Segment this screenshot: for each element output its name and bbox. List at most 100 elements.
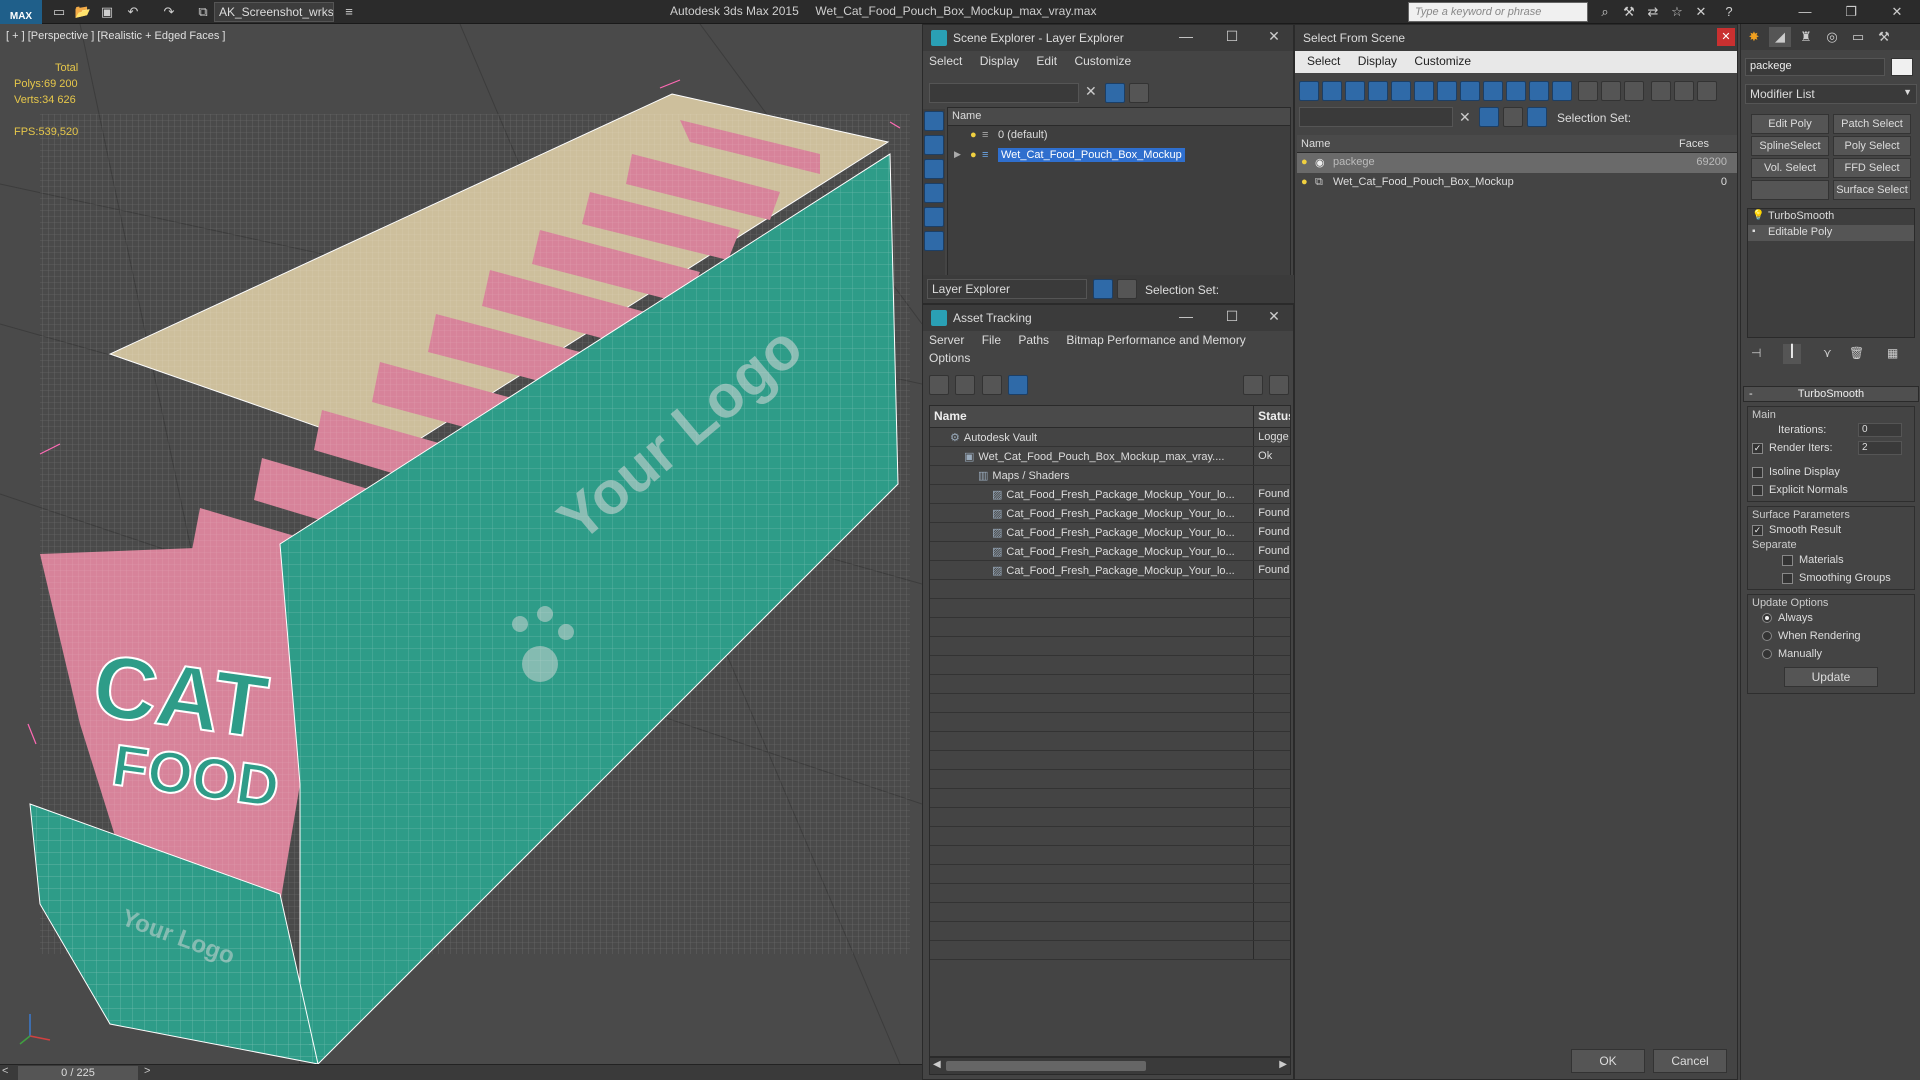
rollout-title[interactable]: - TurboSmooth — [1743, 386, 1919, 402]
select-invert-icon[interactable] — [1624, 81, 1645, 101]
display-helpers-icon[interactable] — [924, 207, 944, 227]
scrollbar-thumb[interactable] — [946, 1061, 1146, 1071]
list-view-icon[interactable] — [955, 375, 976, 395]
stack-item-turbosmooth[interactable]: 💡 TurboSmooth — [1748, 209, 1914, 225]
display-helpers-icon[interactable] — [1391, 81, 1411, 101]
thumbnail-view-icon[interactable] — [981, 375, 1002, 395]
x-tools-icon[interactable]: ✕ — [1692, 3, 1710, 21]
minimize-icon[interactable]: — — [1782, 0, 1828, 24]
expand-arrow-icon[interactable]: ▶ — [954, 149, 961, 160]
maximize-icon[interactable]: ☐ — [1221, 28, 1243, 45]
display-tab-icon[interactable]: ▭ — [1847, 27, 1869, 47]
menu-display[interactable]: Display — [980, 54, 1019, 68]
display-xrefs-icon[interactable] — [1460, 81, 1480, 101]
menu-server[interactable]: Server — [929, 333, 964, 347]
layer-explorer-icon[interactable] — [1093, 279, 1113, 299]
explicit-normals-checkbox[interactable] — [1752, 484, 1763, 496]
filter-icon[interactable] — [1650, 81, 1671, 101]
layer-list-header[interactable]: Name — [948, 108, 1290, 126]
asset-row[interactable]: ▨ Cat_Food_Fresh_Package_Mockup_Your_lo..… — [930, 561, 1290, 580]
prev-frame-icon[interactable]: < — [2, 1065, 8, 1077]
asset-row[interactable]: ▨ Cat_Food_Fresh_Package_Mockup_Your_lo..… — [930, 485, 1290, 504]
asset-row[interactable]: ▨ Cat_Food_Fresh_Package_Mockup_Your_lo..… — [930, 523, 1290, 542]
column-name-header[interactable]: Name — [930, 406, 1255, 427]
display-spacewarps-icon[interactable] — [924, 231, 944, 251]
pin-stack-icon[interactable]: ⊣ — [1751, 346, 1761, 360]
empty-modifier-button[interactable] — [1751, 180, 1829, 200]
column-name-header[interactable]: Name — [1297, 135, 1673, 152]
vol-select-button[interactable]: Vol. Select — [1751, 158, 1829, 178]
cancel-button[interactable]: Cancel — [1653, 1049, 1727, 1073]
undo-icon[interactable]: ↶ — [124, 3, 142, 21]
display-shapes-icon[interactable] — [1322, 81, 1342, 101]
object-color-swatch[interactable] — [1891, 58, 1913, 76]
asset-row[interactable]: ▣ Wet_Cat_Food_Pouch_Box_Mockup_max_vray.… — [930, 447, 1290, 466]
materials-checkbox[interactable] — [1782, 554, 1793, 566]
open-folder-icon[interactable]: 📂 — [74, 3, 92, 21]
display-cameras-icon[interactable] — [924, 183, 944, 203]
star-icon[interactable]: ☆ — [1668, 3, 1686, 21]
menu-edit[interactable]: Edit — [1036, 54, 1057, 68]
ffd-select-button[interactable]: FFD Select — [1833, 158, 1911, 178]
asset-tracking-titlebar[interactable]: Asset Tracking — ☐ ✕ — [923, 305, 1293, 331]
display-geometry-icon[interactable] — [924, 111, 944, 131]
select-from-scene-titlebar[interactable]: Select From Scene ✕ — [1295, 25, 1737, 51]
display-lights-icon[interactable] — [924, 159, 944, 179]
tools-icon[interactable]: ⚒ — [1620, 3, 1638, 21]
modifier-list-dropdown[interactable]: Modifier List ▼ — [1745, 84, 1917, 104]
select-search-input[interactable] — [1299, 107, 1453, 127]
new-file-icon[interactable]: ▭ — [50, 3, 68, 21]
select-all-icon[interactable] — [1578, 81, 1599, 101]
menu-display[interactable]: Display — [1358, 54, 1397, 68]
menu-file[interactable]: File — [982, 333, 1001, 347]
display-shapes-icon[interactable] — [924, 135, 944, 155]
filter-icon[interactable] — [1479, 107, 1499, 127]
menu-customize[interactable]: Customize — [1074, 54, 1131, 68]
render-iters-spinner[interactable]: 2 — [1858, 441, 1902, 455]
scene-explorer-search-input[interactable] — [929, 83, 1079, 103]
object-name-input[interactable]: packege — [1745, 58, 1885, 76]
refresh-icon[interactable] — [929, 375, 949, 395]
restore-icon[interactable]: ❐ — [1828, 0, 1874, 24]
light-bulb-icon[interactable]: 💡 — [1752, 210, 1764, 221]
table-view-icon[interactable] — [1008, 375, 1029, 395]
render-iters-checkbox[interactable]: ✓ — [1752, 442, 1763, 454]
search-input[interactable]: Type a keyword or phrase — [1408, 2, 1588, 22]
edit-poly-button[interactable]: Edit Poly — [1751, 114, 1829, 134]
binoculars-icon[interactable]: ⌕ — [1596, 3, 1614, 21]
time-slider-bar[interactable]: < 0 / 225 > — [0, 1064, 922, 1080]
workspace-menu-icon[interactable]: ≡ — [340, 3, 358, 21]
light-bulb-icon[interactable]: ● — [970, 149, 977, 161]
remove-modifier-icon[interactable]: 🗑 — [1849, 346, 1864, 360]
light-bulb-icon[interactable]: ● — [1301, 156, 1308, 168]
clear-search-icon[interactable]: ✕ — [1459, 109, 1471, 126]
menu-paths[interactable]: Paths — [1018, 333, 1049, 347]
smooth-result-checkbox[interactable]: ✓ — [1752, 524, 1763, 536]
asset-row[interactable]: ▥ Maps / Shaders — [930, 466, 1290, 485]
manually-radio[interactable] — [1762, 649, 1772, 659]
object-row[interactable]: ● ◉ packege 69200 — [1297, 153, 1737, 173]
ok-button[interactable]: OK — [1571, 1049, 1645, 1073]
asset-row[interactable]: ▨ Cat_Food_Fresh_Package_Mockup_Your_lo..… — [930, 542, 1290, 561]
menu-options[interactable]: Options — [929, 351, 970, 365]
spline-select-button[interactable]: SplineSelect — [1751, 136, 1829, 156]
show-end-result-icon[interactable]: ┃ — [1783, 344, 1801, 364]
next-frame-icon[interactable]: > — [144, 1065, 150, 1077]
minimize-icon[interactable]: — — [1175, 28, 1197, 44]
patch-select-button[interactable]: Patch Select — [1833, 114, 1911, 134]
hierarchy-tab-icon[interactable]: ♜ — [1795, 27, 1817, 47]
redo-icon[interactable]: ↷ — [160, 3, 178, 21]
menu-bitmap-performance[interactable]: Bitmap Performance and Memory — [1066, 333, 1245, 347]
save-icon[interactable]: ▣ — [98, 3, 116, 21]
close-icon[interactable]: ✕ — [1263, 308, 1285, 325]
layer-row[interactable]: ● ≡ 0 (default) — [948, 126, 1290, 146]
close-icon[interactable]: ✕ — [1717, 28, 1735, 46]
collapse-icon[interactable]: - — [1749, 387, 1753, 401]
project-folder-icon[interactable]: ⧉ — [194, 3, 212, 21]
layer-filter-icon[interactable] — [1503, 107, 1523, 127]
help-icon[interactable] — [1243, 375, 1263, 395]
menu-select[interactable]: Select — [1307, 54, 1340, 68]
menu-customize[interactable]: Customize — [1414, 54, 1471, 68]
iterations-spinner[interactable]: 0 — [1858, 423, 1902, 437]
horizontal-scrollbar[interactable]: ◀ ▶ — [929, 1057, 1291, 1075]
